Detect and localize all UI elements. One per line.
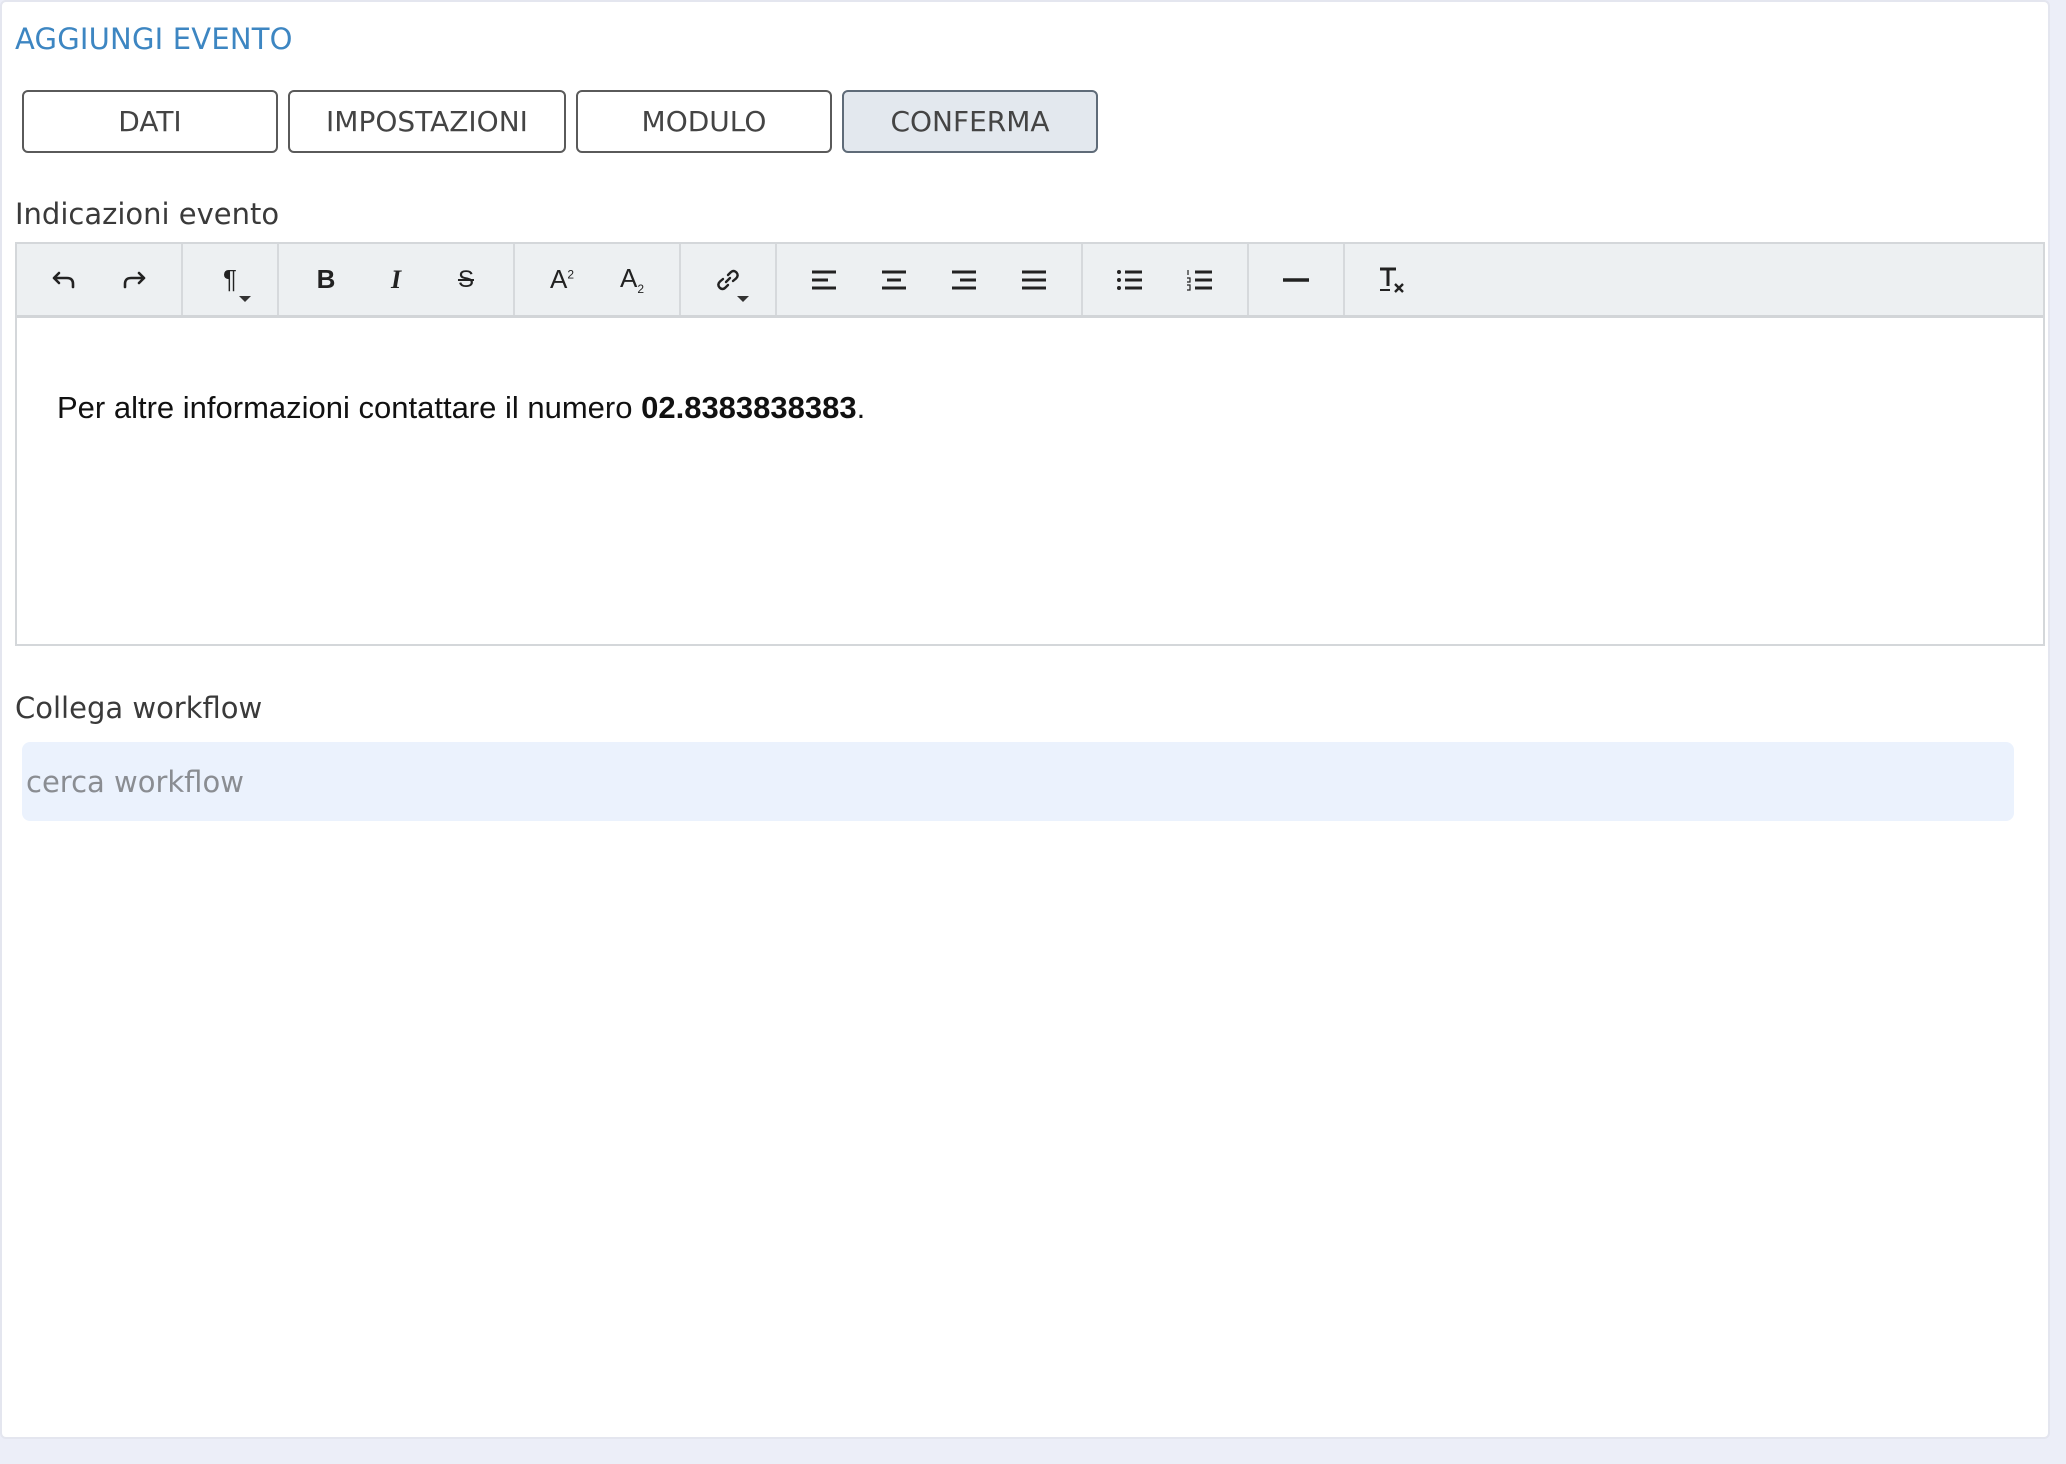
event-panel: AGGIUNGI EVENTO DATI IMPOSTAZIONI MODULO…	[0, 0, 2050, 1439]
strikethrough-icon: S	[457, 265, 474, 293]
paragraph-icon: ¶	[223, 264, 237, 294]
workflow-label: Collega workflow	[15, 691, 263, 725]
redo-button[interactable]	[99, 252, 169, 308]
tab-modulo[interactable]: MODULO	[576, 90, 832, 153]
tab-conferma[interactable]: CONFERMA	[842, 90, 1098, 153]
italic-button[interactable]: I	[361, 252, 431, 308]
editor-label: Indicazioni evento	[15, 197, 280, 231]
toolbar-group-align	[777, 244, 1083, 315]
paragraph-format-button[interactable]: ¶	[195, 252, 265, 308]
bold-icon: B	[316, 264, 336, 294]
chevron-down-icon	[737, 295, 749, 302]
horizontal-rule-icon	[1283, 277, 1309, 282]
toolbar-group-rule	[1249, 244, 1345, 315]
subscript-button[interactable]: A2	[597, 252, 667, 308]
editor-text-end: .	[856, 390, 866, 425]
align-center-button[interactable]	[859, 252, 929, 308]
numbered-list-icon	[1187, 269, 1212, 291]
rich-text-editor: ¶ B I S A2 A2 Per altre informazioni con…	[15, 242, 2045, 646]
editor-toolbar: ¶ B I S A2 A2	[17, 244, 2043, 318]
align-left-icon	[812, 270, 836, 289]
align-justify-button[interactable]	[999, 252, 1069, 308]
link-button[interactable]	[693, 252, 763, 308]
tab-impostazioni[interactable]: IMPOSTAZIONI	[288, 90, 566, 153]
undo-button[interactable]	[29, 252, 99, 308]
editor-text: Per altre informazioni contattare il num…	[57, 390, 642, 425]
workflow-search-input[interactable]	[22, 742, 2014, 821]
tab-dati[interactable]: DATI	[22, 90, 278, 153]
toolbar-group-lists	[1083, 244, 1249, 315]
bullet-list-icon	[1117, 269, 1142, 290]
bold-button[interactable]: B	[291, 252, 361, 308]
toolbar-group-inline: B I S	[279, 244, 515, 315]
strikethrough-button[interactable]: S	[431, 252, 501, 308]
phone-number: 02.8383838383	[641, 390, 857, 425]
redo-icon	[123, 271, 146, 288]
superscript-icon: A2	[549, 264, 575, 294]
undo-icon	[52, 271, 75, 288]
align-center-icon	[882, 270, 906, 289]
align-left-button[interactable]	[789, 252, 859, 308]
toolbar-group-history	[17, 244, 183, 315]
link-icon	[717, 269, 739, 290]
horizontal-rule-button[interactable]	[1261, 252, 1331, 308]
page-title: AGGIUNGI EVENTO	[15, 22, 293, 56]
toolbar-group-clear	[1345, 244, 1439, 315]
align-justify-icon	[1022, 270, 1046, 289]
italic-icon: I	[390, 264, 402, 294]
numbered-list-button[interactable]	[1165, 252, 1235, 308]
clear-format-icon	[1380, 267, 1404, 293]
toolbar-group-script: A2 A2	[515, 244, 681, 315]
superscript-button[interactable]: A2	[527, 252, 597, 308]
wizard-tabs: DATI IMPOSTAZIONI MODULO CONFERMA	[22, 90, 1098, 153]
clear-format-button[interactable]	[1357, 252, 1427, 308]
chevron-down-icon	[239, 295, 251, 302]
align-right-button[interactable]	[929, 252, 999, 308]
toolbar-group-link	[681, 244, 777, 315]
toolbar-group-block: ¶	[183, 244, 279, 315]
bullet-list-button[interactable]	[1095, 252, 1165, 308]
align-right-icon	[952, 270, 976, 289]
subscript-icon: A2	[619, 262, 645, 297]
editor-content[interactable]: Per altre informazioni contattare il num…	[17, 318, 2043, 426]
